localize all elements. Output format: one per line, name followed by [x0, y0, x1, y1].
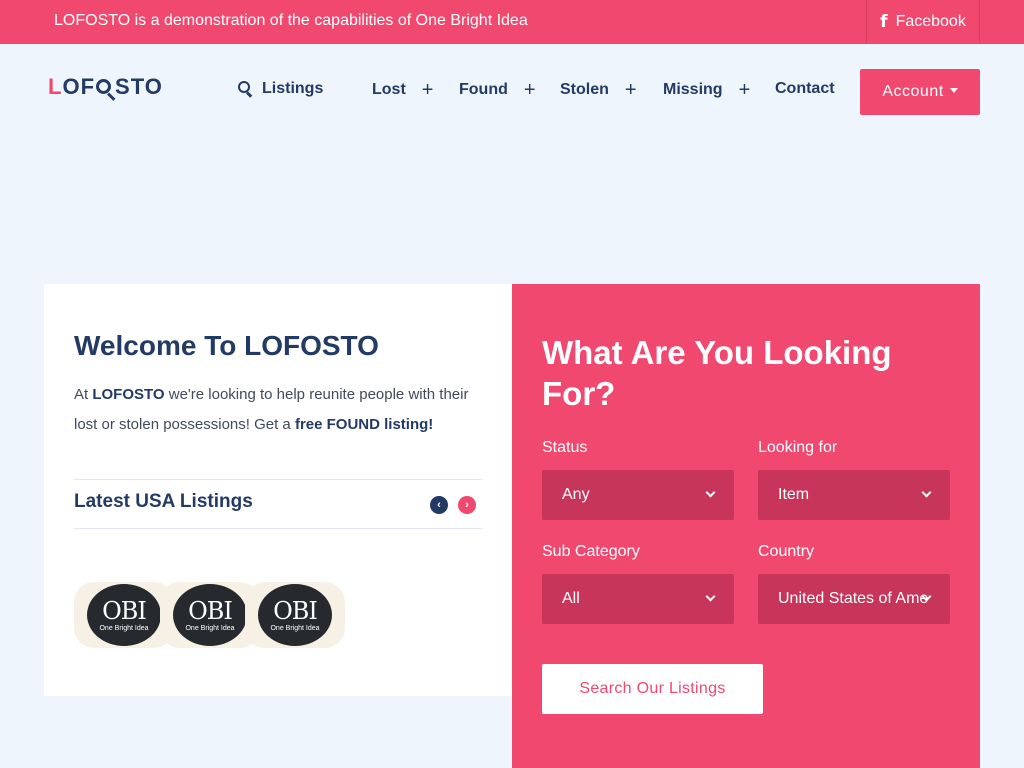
sub-category-label: Sub Category	[542, 543, 640, 560]
obi-logo-subtext: One Bright Idea	[99, 624, 149, 632]
country-value: United States of America	[778, 590, 928, 607]
site-logo[interactable]: L O F STO	[48, 74, 163, 101]
welcome-card: Welcome To LOFOSTO At LOFOSTO we're look…	[44, 284, 512, 696]
nav-listings-label: Listings	[262, 80, 324, 97]
logo-letter-o: O	[62, 74, 81, 99]
latest-listings-title: Latest USA Listings	[74, 491, 253, 512]
nav-found[interactable]: Found +	[459, 80, 536, 100]
obi-logo: OBI One Bright Idea	[258, 584, 332, 646]
obi-logo: OBI One Bright Idea	[173, 584, 247, 646]
sub-category-value: All	[562, 590, 580, 607]
listing-thumbnail[interactable]: OBI One Bright Idea	[245, 582, 345, 648]
account-dropdown-button[interactable]: Account	[860, 69, 980, 115]
expand-plus-icon[interactable]: +	[422, 80, 434, 100]
carousel-prev-button[interactable]: ‹	[430, 496, 448, 514]
expand-plus-icon[interactable]: +	[524, 80, 536, 100]
intro-brand: LOFOSTO	[92, 386, 165, 403]
top-announcement-bar: LOFOSTO is a demonstration of the capabi…	[0, 0, 1024, 44]
logo-letter-f: F	[80, 74, 96, 99]
looking-for-value: Item	[778, 486, 810, 503]
looking-for-select[interactable]: Item	[758, 470, 950, 520]
looking-for-label: Looking for	[758, 439, 838, 456]
obi-logo-text: OBI	[102, 596, 147, 625]
expand-plus-icon[interactable]: +	[625, 80, 637, 100]
facebook-link[interactable]: f Facebook	[866, 0, 980, 44]
facebook-label: Facebook	[895, 13, 966, 30]
listing-thumbnail[interactable]: OBI One Bright Idea	[74, 582, 174, 648]
obi-logo-subtext: One Bright Idea	[270, 624, 320, 632]
nav-contact[interactable]: Contact	[775, 80, 835, 98]
logo-letters-sto: STO	[115, 74, 163, 99]
free-found-listing-link[interactable]: free FOUND listing!	[295, 416, 433, 433]
obi-logo-text: OBI	[273, 596, 318, 625]
status-label: Status	[542, 439, 588, 456]
country-label: Country	[758, 543, 815, 560]
nav-missing-label: Missing	[663, 81, 723, 98]
nav-listings[interactable]: Listings	[238, 80, 323, 98]
obi-logo-text: OBI	[188, 596, 233, 625]
nav-found-label: Found	[459, 81, 508, 98]
welcome-title: Welcome To LOFOSTO	[74, 330, 379, 361]
search-listings-button[interactable]: Search Our Listings	[542, 664, 763, 714]
nav-stolen-label: Stolen	[560, 81, 609, 98]
logo-letter-l: L	[48, 74, 63, 99]
welcome-intro: At LOFOSTO we're looking to help reunite…	[74, 380, 484, 440]
nav-stolen[interactable]: Stolen +	[560, 80, 637, 100]
sub-category-select[interactable]: All	[542, 574, 734, 624]
facebook-icon: f	[880, 12, 888, 32]
expand-plus-icon[interactable]: +	[739, 80, 751, 100]
status-select[interactable]: Any	[542, 470, 734, 520]
nav-missing[interactable]: Missing +	[663, 80, 750, 100]
status-value: Any	[562, 486, 590, 503]
country-select[interactable]: United States of America	[758, 574, 950, 624]
search-icon	[238, 81, 254, 98]
nav-lost[interactable]: Lost +	[372, 80, 433, 100]
intro-prefix: At	[74, 386, 93, 403]
nav-lost-label: Lost	[372, 81, 406, 98]
latest-listings-header: Latest USA Listings ‹ ›	[74, 479, 482, 529]
announcement-text: LOFOSTO is a demonstration of the capabi…	[54, 12, 528, 29]
obi-logo: OBI One Bright Idea	[87, 584, 161, 646]
caret-down-icon	[949, 87, 958, 93]
search-title: What Are You Looking For?	[542, 334, 892, 412]
magnifier-icon	[95, 77, 116, 101]
search-panel: What Are You Looking For? Status Any Loo…	[512, 284, 980, 768]
account-label: Account	[882, 83, 944, 100]
nav-contact-label: Contact	[775, 80, 835, 97]
obi-logo-subtext: One Bright Idea	[185, 624, 235, 632]
carousel-next-button[interactable]: ›	[458, 496, 476, 514]
